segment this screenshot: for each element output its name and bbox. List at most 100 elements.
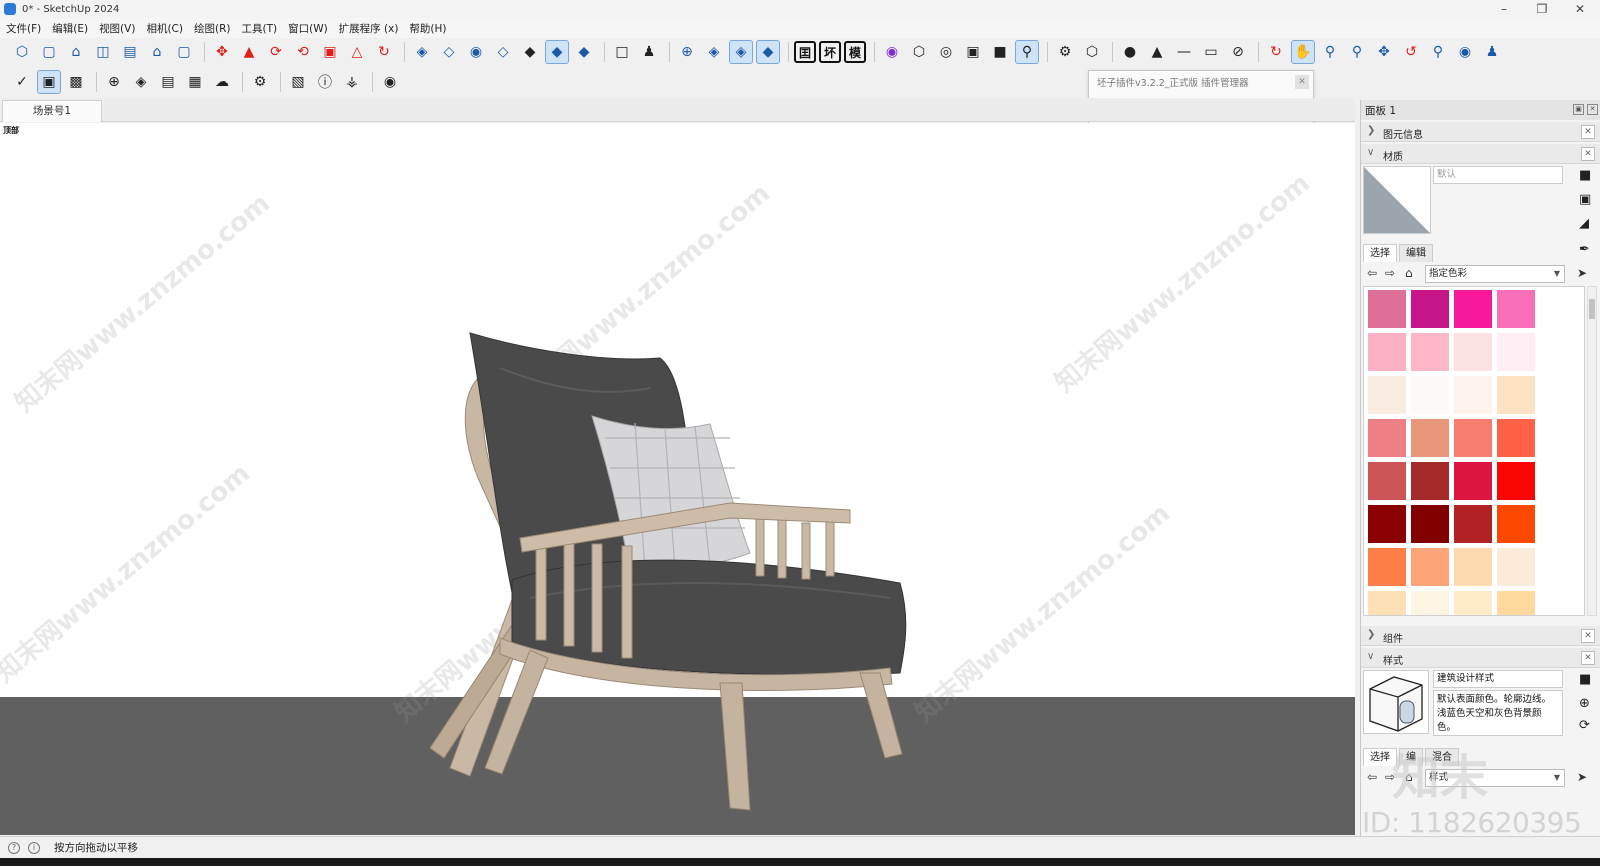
- top-view-icon[interactable]: ▢: [37, 40, 61, 64]
- settings-gear-icon[interactable]: ⚙: [1053, 40, 1077, 64]
- back-view-icon[interactable]: ▤: [118, 40, 142, 64]
- menu-extensions[interactable]: 扩展程序 (x): [339, 21, 399, 36]
- material-swatch[interactable]: [1368, 333, 1406, 371]
- rotate-icon[interactable]: ⟳: [264, 40, 288, 64]
- tab-material-select[interactable]: 选择: [1363, 244, 1397, 262]
- details-arrow-icon[interactable]: ➤: [1577, 770, 1587, 784]
- plugin-box-2-icon[interactable]: 坏: [819, 41, 841, 63]
- material-swatch[interactable]: [1411, 462, 1449, 500]
- shield-icon[interactable]: ◈: [129, 70, 153, 94]
- material-swatch[interactable]: [1411, 290, 1449, 328]
- close-icon[interactable]: ✕: [1581, 147, 1595, 161]
- material-swatch[interactable]: [1454, 591, 1492, 615]
- plugin-box-3-icon[interactable]: 模: [844, 41, 866, 63]
- material-swatch[interactable]: [1368, 376, 1406, 414]
- close-icon[interactable]: ✕: [1581, 651, 1595, 665]
- hide-icon[interactable]: ⊘: [1226, 40, 1250, 64]
- offset-icon[interactable]: △: [345, 40, 369, 64]
- shaded-icon[interactable]: ◆: [518, 40, 542, 64]
- menu-tools[interactable]: 工具(T): [241, 21, 277, 36]
- monochrome-icon[interactable]: ◆: [572, 40, 596, 64]
- scroll-thumb[interactable]: [1589, 299, 1595, 319]
- details-arrow-icon[interactable]: ➤: [1577, 266, 1587, 280]
- close-icon[interactable]: ✕: [1581, 629, 1595, 643]
- material-swatch[interactable]: [1497, 591, 1535, 615]
- follow-me-icon[interactable]: ⟲: [291, 40, 315, 64]
- armchair-model[interactable]: [430, 328, 920, 823]
- wireframe-icon[interactable]: ◉: [464, 40, 488, 64]
- bottom-view-icon[interactable]: ▢: [172, 40, 196, 64]
- material-swatch[interactable]: [1368, 462, 1406, 500]
- zoom-icon[interactable]: ⚲: [1318, 40, 1342, 64]
- style-thumbnail[interactable]: [1363, 670, 1429, 734]
- new-file-icon[interactable]: □: [610, 40, 634, 64]
- menu-help[interactable]: 帮助(H): [409, 21, 446, 36]
- right-view-icon[interactable]: ◫: [91, 40, 115, 64]
- user-icon[interactable]: ♟: [637, 40, 661, 64]
- menu-draw[interactable]: 绘图(R): [194, 21, 231, 36]
- section-fill-icon[interactable]: ◆: [756, 40, 780, 64]
- extension-manager-icon[interactable]: ⚙: [248, 70, 272, 94]
- material-swatch[interactable]: [1454, 505, 1492, 543]
- cube-outline-icon[interactable]: ⬡: [1080, 40, 1104, 64]
- material-swatch[interactable]: [1497, 505, 1535, 543]
- menu-edit[interactable]: 编辑(E): [52, 21, 88, 36]
- add-circle-icon[interactable]: ⊕: [102, 70, 126, 94]
- back-arrow-icon[interactable]: ⇦: [1367, 770, 1377, 784]
- material-swatch[interactable]: [1368, 419, 1406, 457]
- material-swatch[interactable]: [1411, 376, 1449, 414]
- swatch-scrollbar[interactable]: [1587, 286, 1597, 616]
- styles-section[interactable]: ∨ 样式 ✕: [1361, 648, 1600, 668]
- back-arrow-icon[interactable]: ⇦: [1367, 266, 1377, 280]
- menu-camera[interactable]: 相机(C): [146, 21, 183, 36]
- materials-section[interactable]: ∨ 材质 ✕: [1361, 144, 1600, 164]
- layout-icon[interactable]: ▤: [156, 70, 180, 94]
- paint-bucket-icon[interactable]: ■: [1579, 168, 1591, 183]
- fog-icon[interactable]: ▲: [1145, 40, 1169, 64]
- push-pull-icon[interactable]: ▲: [237, 40, 261, 64]
- close-icon[interactable]: ✕: [1581, 125, 1595, 139]
- material-swatch[interactable]: [1454, 419, 1492, 457]
- purple-plugin-icon[interactable]: ◉: [880, 40, 904, 64]
- scene-tab[interactable]: 场景号1: [2, 100, 102, 122]
- front-view-icon[interactable]: ⌂: [64, 40, 88, 64]
- material-collection-dropdown[interactable]: 指定色彩 ▼: [1425, 265, 1565, 283]
- large-tool-set-icon[interactable]: ▣: [37, 70, 61, 94]
- zoom-extents-icon[interactable]: ✥: [1372, 40, 1396, 64]
- material-swatch[interactable]: [1411, 548, 1449, 586]
- look-around-icon[interactable]: ◉: [1453, 40, 1477, 64]
- tab-material-edit[interactable]: 编辑: [1399, 244, 1433, 262]
- account-icon[interactable]: ◉: [378, 70, 402, 94]
- shadow-dot-icon[interactable]: ●: [1118, 40, 1142, 64]
- menu-window[interactable]: 窗口(W): [288, 21, 328, 36]
- material-swatch[interactable]: [1368, 505, 1406, 543]
- entity-info-section[interactable]: ❯ 图元信息 ✕: [1361, 122, 1600, 142]
- components-icon[interactable]: ✓: [10, 70, 34, 94]
- material-swatch[interactable]: [1368, 290, 1406, 328]
- eyedropper-icon[interactable]: ✒: [1579, 242, 1590, 257]
- checker-icon[interactable]: ▦: [183, 70, 207, 94]
- material-swatch[interactable]: [1411, 333, 1449, 371]
- xray-icon[interactable]: ◈: [410, 40, 434, 64]
- material-swatch[interactable]: [1368, 548, 1406, 586]
- cloud-upload-icon[interactable]: ☁: [210, 70, 234, 94]
- walk-icon[interactable]: ♟: [1480, 40, 1504, 64]
- material-swatch[interactable]: [1497, 548, 1535, 586]
- section-display-icon[interactable]: ◈: [729, 40, 753, 64]
- section-cut-icon[interactable]: ◈: [702, 40, 726, 64]
- style-name-field[interactable]: 建筑设计样式: [1433, 670, 1563, 688]
- hidden-line-icon[interactable]: ◇: [491, 40, 515, 64]
- home-icon[interactable]: ⌂: [1405, 266, 1413, 280]
- scale-icon[interactable]: ▣: [318, 40, 342, 64]
- chat-icon[interactable]: ▧: [286, 70, 310, 94]
- orbit-icon[interactable]: ↻: [1264, 40, 1288, 64]
- component-box-icon[interactable]: ⬡: [907, 40, 931, 64]
- rectangle-icon[interactable]: ▭: [1199, 40, 1223, 64]
- target-icon[interactable]: ◎: [934, 40, 958, 64]
- extension-warehouse-icon[interactable]: ▩: [64, 70, 88, 94]
- close-icon[interactable]: ✕: [1295, 75, 1309, 89]
- material-swatch[interactable]: [1454, 548, 1492, 586]
- edge-line-icon[interactable]: —: [1172, 40, 1196, 64]
- material-swatch[interactable]: [1454, 333, 1492, 371]
- search-toolbar-icon[interactable]: ⚲: [1015, 40, 1039, 64]
